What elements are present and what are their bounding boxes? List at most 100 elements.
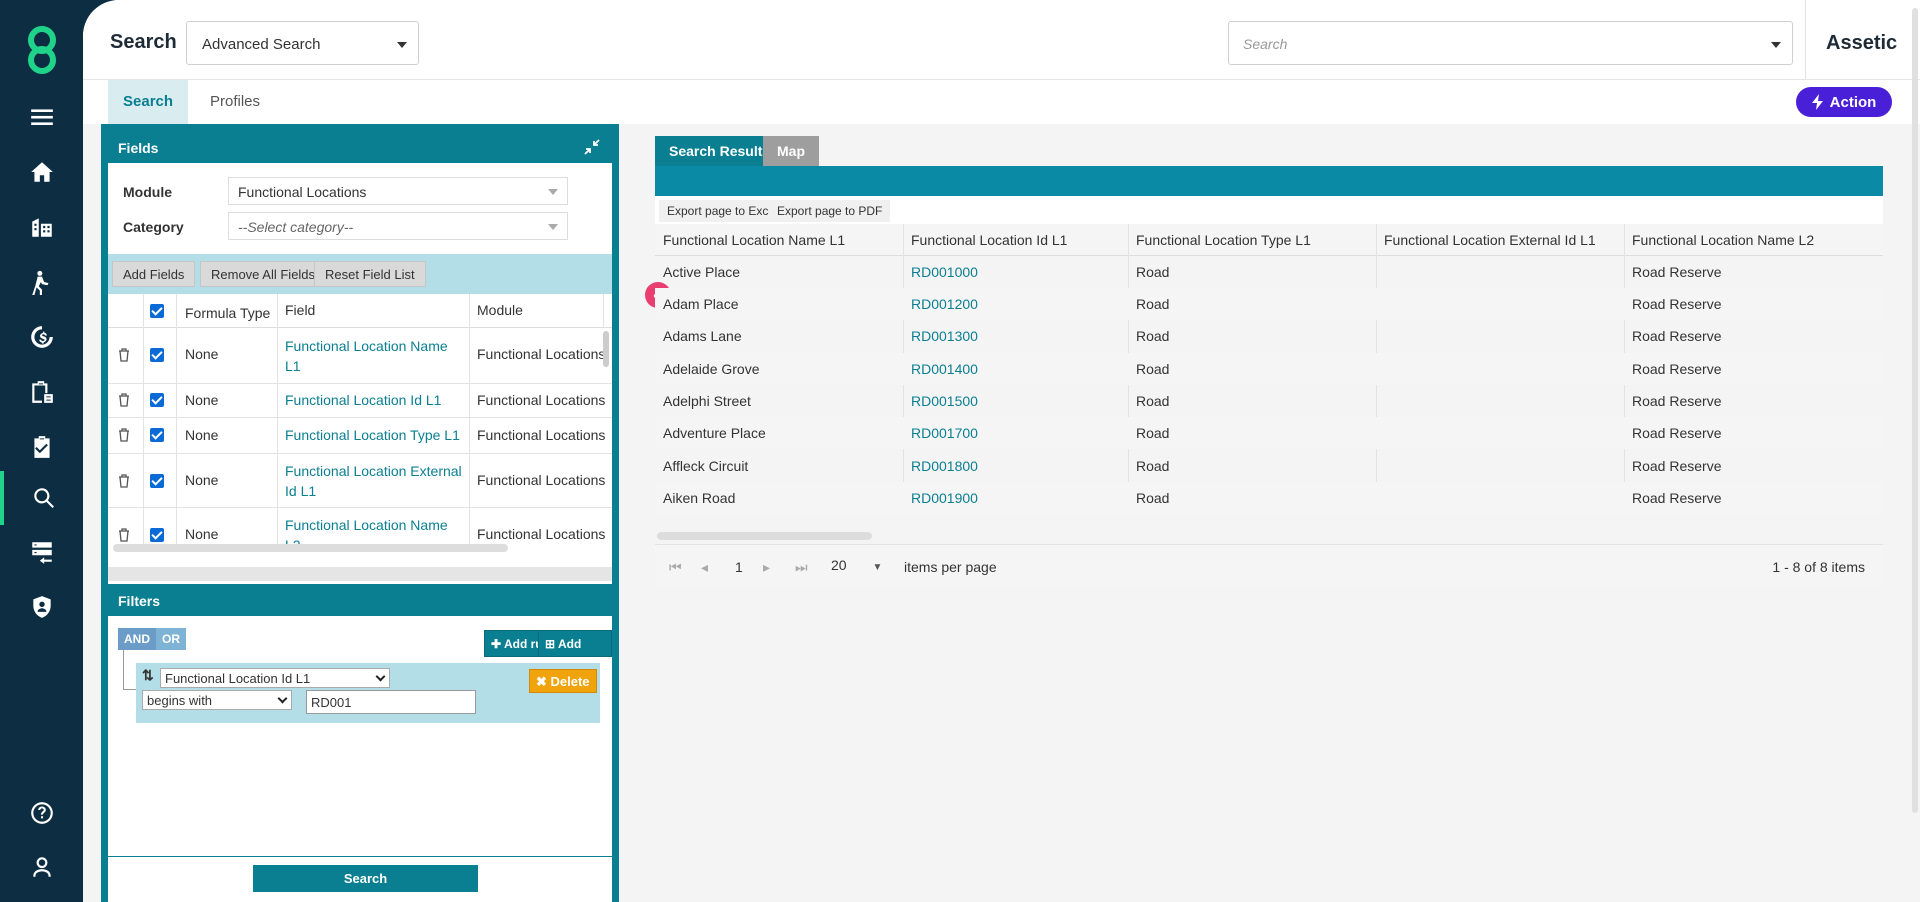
field-module: Functional Locations: [477, 472, 606, 488]
table-row[interactable]: Adventure Place RD001700 Road Road Reser…: [655, 417, 1883, 449]
finance-icon[interactable]: [0, 310, 83, 364]
table-row[interactable]: Adams Lane RD001300 Road Road Reserve: [655, 320, 1883, 352]
table-row[interactable]: Adelphi Street RD001500 Road Road Reserv…: [655, 385, 1883, 417]
fields-title: Fields: [118, 140, 159, 156]
trash-icon[interactable]: [118, 428, 130, 442]
menu-icon[interactable]: [0, 90, 83, 144]
assetic-logo-icon[interactable]: [18, 22, 66, 78]
work-icon[interactable]: [0, 255, 83, 309]
last-page-icon[interactable]: ⏭: [795, 559, 808, 576]
export-pdf-button[interactable]: Export page to PDF: [769, 200, 891, 222]
search-button[interactable]: Search: [253, 865, 478, 892]
server-icon[interactable]: [0, 525, 83, 579]
shield-icon[interactable]: [0, 580, 83, 634]
tab-search[interactable]: Search: [108, 80, 189, 124]
trash-icon[interactable]: [118, 474, 130, 488]
global-search-input[interactable]: Search: [1228, 21, 1793, 65]
search-icon[interactable]: [0, 471, 83, 525]
rule-operator-select[interactable]: begins with: [142, 690, 292, 710]
export-bar: Export page to Excel Export page to PDF: [655, 196, 1883, 224]
top-bar: Search Advanced Search Search Assetic: [83, 0, 1920, 80]
field-checkbox[interactable]: [150, 393, 164, 407]
trash-icon[interactable]: [118, 348, 130, 362]
table-row[interactable]: Adelaide Grove RD001400 Road Road Reserv…: [655, 353, 1883, 385]
fields-filters-panel: Fields Module Functional Locations Categ…: [101, 124, 619, 902]
tab-search-result[interactable]: Search Result: [655, 136, 777, 166]
delete-rule-button[interactable]: ✖ Delete: [529, 669, 597, 693]
table-row[interactable]: Affleck Circuit RD001800 Road Road Reser…: [655, 450, 1883, 482]
brand-name: Assetic: [1826, 32, 1898, 54]
pagination: ⏮ ◂ 1 ▸ ⏭ 20 ▼ items per page 1 - 8 of 8…: [655, 544, 1883, 588]
select-all-checkbox[interactable]: [150, 304, 164, 318]
user-icon[interactable]: [0, 840, 83, 894]
rule-operator-value: begins with: [147, 693, 213, 708]
filters-title: Filters: [118, 593, 161, 609]
collapse-icon[interactable]: [584, 139, 600, 155]
search-type-dropdown[interactable]: Advanced Search: [186, 21, 419, 65]
sort-icon[interactable]: ⇅: [142, 667, 154, 684]
col-header[interactable]: Functional Location Name L2: [1632, 232, 1814, 248]
tab-map[interactable]: Map: [763, 136, 819, 166]
help-icon[interactable]: [0, 786, 83, 840]
and-or-toggle: AND OR: [118, 628, 186, 650]
category-dropdown[interactable]: --Select category--: [228, 212, 568, 240]
field-link[interactable]: Functional Location Name L2: [285, 515, 465, 544]
field-checkbox[interactable]: [150, 348, 164, 362]
buildings-icon[interactable]: [0, 200, 83, 254]
add-group-button[interactable]: ⊞ Add group: [538, 630, 612, 678]
results-table-header: Functional Location Name L1 Functional L…: [655, 224, 1883, 256]
category-placeholder: --Select category--: [238, 219, 354, 235]
action-button[interactable]: Action: [1796, 87, 1892, 117]
rule-field-select[interactable]: Functional Location Id L1: [160, 668, 390, 688]
field-link[interactable]: Functional Location Name L1: [285, 336, 465, 376]
page-title: Search: [110, 31, 177, 53]
export-excel-button[interactable]: Export page to Excel: [659, 200, 786, 222]
and-button[interactable]: AND: [118, 628, 156, 650]
fields-horizontal-scrollbar[interactable]: [113, 544, 508, 552]
col-header[interactable]: Functional Location Name L1: [663, 232, 845, 248]
add-fields-button[interactable]: Add Fields: [112, 261, 196, 287]
home-icon[interactable]: [0, 145, 83, 199]
field-row: None Functional Location Type L1 Functio…: [108, 418, 612, 454]
reset-field-list-button[interactable]: Reset Field List: [314, 261, 426, 287]
chevron-down-icon: [375, 671, 386, 682]
or-button[interactable]: OR: [156, 628, 186, 650]
tasks-icon[interactable]: [0, 420, 83, 474]
current-page[interactable]: 1: [735, 559, 743, 575]
clipboard-icon[interactable]: [0, 365, 83, 419]
trash-icon[interactable]: [118, 528, 130, 542]
field-link[interactable]: Functional Location Id L1: [285, 392, 441, 408]
prev-page-icon[interactable]: ◂: [701, 559, 708, 576]
fields-vertical-scrollbar[interactable]: [603, 331, 609, 367]
module-header: Module: [477, 302, 523, 318]
field-checkbox[interactable]: [150, 528, 164, 542]
col-header[interactable]: Functional Location Type L1: [1136, 232, 1311, 248]
field-checkbox[interactable]: [150, 474, 164, 488]
first-page-icon[interactable]: ⏮: [669, 559, 682, 576]
next-page-icon[interactable]: ▸: [763, 559, 770, 576]
field-link[interactable]: Functional Location Type L1: [285, 427, 460, 443]
results-horizontal-scrollbar[interactable]: [657, 532, 872, 540]
caret-down-icon: [397, 42, 407, 48]
col-header[interactable]: Functional Location Id L1: [911, 232, 1067, 248]
page-size-select[interactable]: 20 ▼: [831, 557, 882, 573]
table-row[interactable]: Active Place RD001000 Road Road Reserve: [655, 256, 1883, 288]
module-dropdown[interactable]: Functional Locations: [228, 177, 568, 205]
field-module: Functional Locations: [477, 526, 606, 542]
field-module: Functional Locations: [477, 392, 606, 408]
remove-all-fields-button[interactable]: Remove All Fields: [200, 261, 327, 287]
page-vertical-scrollbar[interactable]: [1912, 8, 1918, 813]
filters-builder: AND OR ✚ Add rule ⊞ Add group ⇅ Function…: [108, 616, 612, 736]
field-checkbox[interactable]: [150, 428, 164, 442]
header-divider: [1805, 0, 1806, 80]
trash-icon[interactable]: [118, 393, 130, 407]
field-link[interactable]: Functional Location External Id L1: [285, 461, 465, 501]
tab-profiles[interactable]: Profiles: [195, 80, 275, 124]
global-search-placeholder: Search: [1243, 36, 1288, 52]
table-row[interactable]: Aiken Road RD001900 Road Road Reserve: [655, 482, 1883, 514]
fields-table: Formula Type Field Module None Functiona…: [108, 294, 612, 544]
rule-value-input[interactable]: RD001: [306, 690, 476, 714]
table-row[interactable]: Adam Place RD001200 Road Road Reserve: [655, 288, 1883, 320]
formula-type: None: [185, 427, 219, 443]
col-header[interactable]: Functional Location External Id L1: [1384, 232, 1596, 248]
